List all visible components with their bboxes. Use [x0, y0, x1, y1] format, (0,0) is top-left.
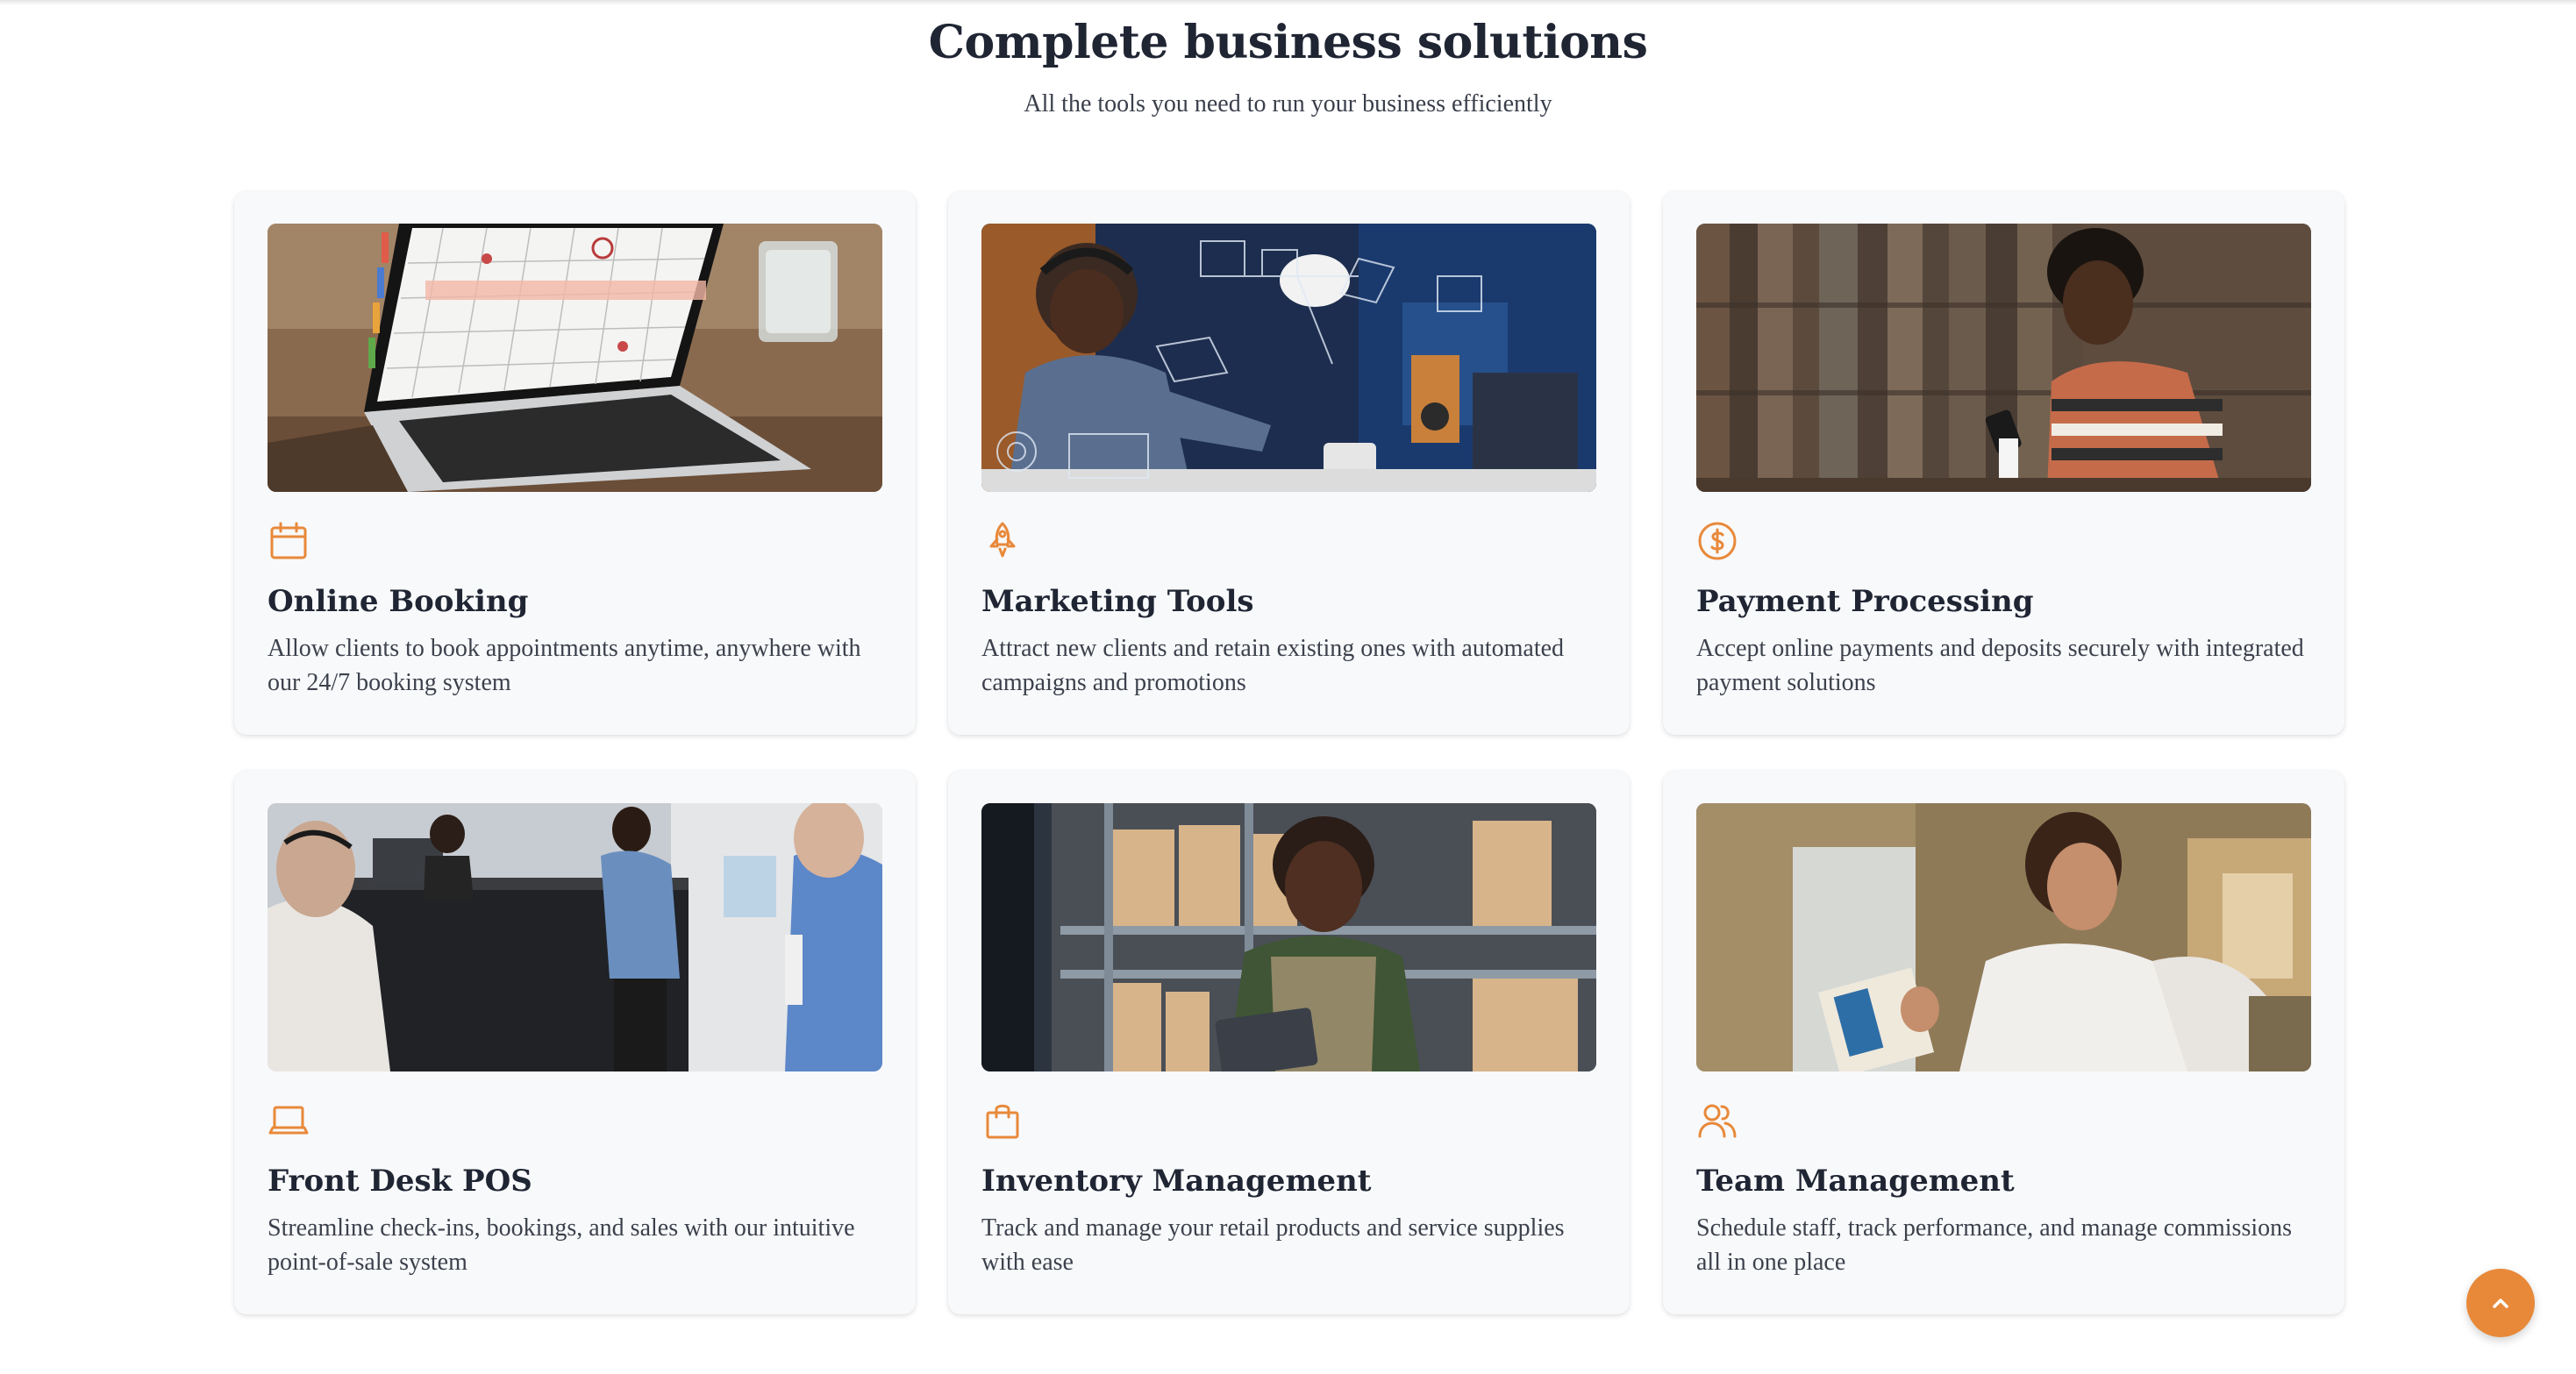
card-description: Streamline check-ins, bookings, and sale…	[268, 1214, 855, 1276]
rocket-icon	[981, 520, 1024, 562]
marketing-tools-image	[981, 224, 1596, 492]
card-title: Front Desk POS	[268, 1164, 532, 1199]
dollar-circle-icon	[1696, 520, 1738, 562]
laptop-icon	[268, 1100, 310, 1142]
team-management-image	[1696, 803, 2311, 1071]
section-title: Complete business solutions	[928, 16, 1648, 69]
card-title: Team Management	[1696, 1164, 2015, 1199]
inventory-management-image	[981, 803, 1596, 1071]
users-icon	[1696, 1100, 1738, 1142]
card-title: Online Booking	[268, 584, 529, 619]
card-team-management[interactable]: Team Management Schedule staff, track pe…	[1663, 771, 2344, 1314]
card-description: Accept online payments and deposits secu…	[1696, 635, 2304, 696]
front-desk-pos-image	[268, 803, 882, 1071]
card-payment-processing[interactable]: Payment Processing Accept online payment…	[1663, 191, 2344, 735]
calendar-icon	[268, 520, 310, 562]
card-title: Marketing Tools	[981, 584, 1254, 619]
card-inventory-management[interactable]: Inventory Management Track and manage yo…	[948, 771, 1630, 1314]
card-title: Inventory Management	[981, 1164, 1372, 1199]
scroll-to-top-button[interactable]	[2466, 1269, 2535, 1337]
shopping-bag-icon	[981, 1100, 1024, 1142]
top-shadow	[0, 0, 2576, 5]
card-description: Track and manage your retail products an…	[981, 1214, 1565, 1276]
card-title: Payment Processing	[1696, 584, 2034, 619]
card-description: Allow clients to book appointments anyti…	[268, 635, 861, 696]
card-online-booking[interactable]: Online Booking Allow clients to book app…	[234, 191, 916, 735]
chevron-up-icon	[2493, 1299, 2508, 1308]
online-booking-image	[268, 224, 882, 492]
payment-processing-image	[1696, 224, 2311, 492]
card-description: Attract new clients and retain existing …	[981, 635, 1565, 696]
section-subtitle: All the tools you need to run your busin…	[1024, 90, 1552, 117]
card-description: Schedule staff, track performance, and m…	[1696, 1214, 2293, 1276]
card-marketing-tools[interactable]: Marketing Tools Attract new clients and …	[948, 191, 1630, 735]
card-front-desk-pos[interactable]: Front Desk POS Streamline check-ins, boo…	[234, 771, 916, 1314]
